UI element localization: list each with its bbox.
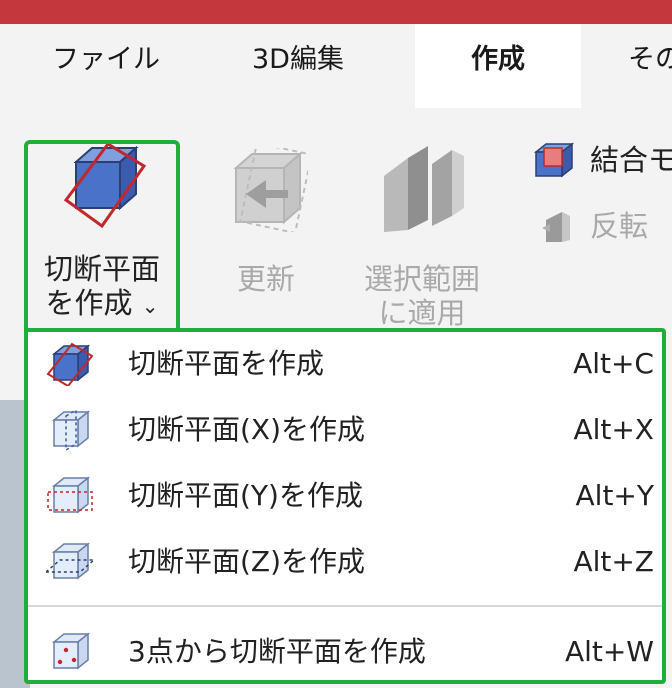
combine-mode-label: 結合モ <box>590 143 672 177</box>
tab-create[interactable]: 作成 <box>415 24 581 108</box>
menu-item-label: 切断平面を作成 <box>128 347 325 380</box>
menu-item-shortcut: Alt+X <box>573 413 654 446</box>
menu-item-shortcut: Alt+W <box>564 635 654 668</box>
section-plane-y-icon <box>47 476 93 514</box>
menu-item-label: 切断平面(Y)を作成 <box>128 479 363 512</box>
apply-to-selection-icon <box>384 146 464 232</box>
tab-file[interactable]: ファイル <box>52 24 160 108</box>
section-plane-x-icon <box>51 408 91 452</box>
menu-item-label: 3点から切断平面を作成 <box>128 635 426 668</box>
update-button[interactable]: 更新 <box>220 144 312 296</box>
apply-to-selection-label-2: に適用 <box>378 296 466 330</box>
menu-item-create-section-plane-z[interactable]: 切断平面(Z)を作成 Alt+Z <box>28 530 662 594</box>
menu-item-shortcut: Alt+Z <box>573 545 654 578</box>
selection-highlight <box>24 140 180 334</box>
menu-item-label: 切断平面(Z)を作成 <box>128 545 366 578</box>
menu-item-shortcut: Alt+C <box>573 347 654 380</box>
menu-item-create-section-plane-3point[interactable]: 3点から切断平面を作成 Alt+W <box>28 620 662 684</box>
update-label: 更新 <box>236 262 295 296</box>
combine-mode-button[interactable]: 結合モ <box>532 140 672 180</box>
tab-3d-edit[interactable]: 3D編集 <box>252 24 344 108</box>
combine-mode-icon <box>533 142 575 178</box>
update-icon <box>233 148 308 232</box>
menu-item-create-section-plane-x[interactable]: 切断平面(X)を作成 Alt+X <box>28 398 662 462</box>
ribbon-tabs: ファイル 3D編集 作成 その <box>0 24 672 108</box>
invert-icon <box>542 212 570 242</box>
menu-item-create-section-plane[interactable]: 切断平面を作成 Alt+C <box>28 332 662 396</box>
section-plane-3point-icon <box>51 632 91 670</box>
menu-item-create-section-plane-y[interactable]: 切断平面(Y)を作成 Alt+Y <box>28 464 662 528</box>
invert-label: 反転 <box>590 209 649 243</box>
section-plane-dropdown-menu: 切断平面を作成 Alt+C 切断平面(X)を作成 Alt+X 切断平面(Y)を作… <box>24 328 666 684</box>
menu-separator <box>28 605 662 607</box>
menu-item-shortcut: Alt+Y <box>575 479 654 512</box>
section-plane-icon <box>46 342 94 386</box>
invert-button[interactable]: 反転 <box>540 206 672 246</box>
apply-to-selection-button[interactable]: 選択範囲 に適用 <box>350 144 494 330</box>
section-plane-z-icon <box>46 542 94 580</box>
menu-item-label: 切断平面(X)を作成 <box>128 413 366 446</box>
tab-other[interactable]: その <box>628 24 672 108</box>
apply-to-selection-label-1: 選択範囲 <box>363 262 480 296</box>
title-bar <box>0 0 672 24</box>
